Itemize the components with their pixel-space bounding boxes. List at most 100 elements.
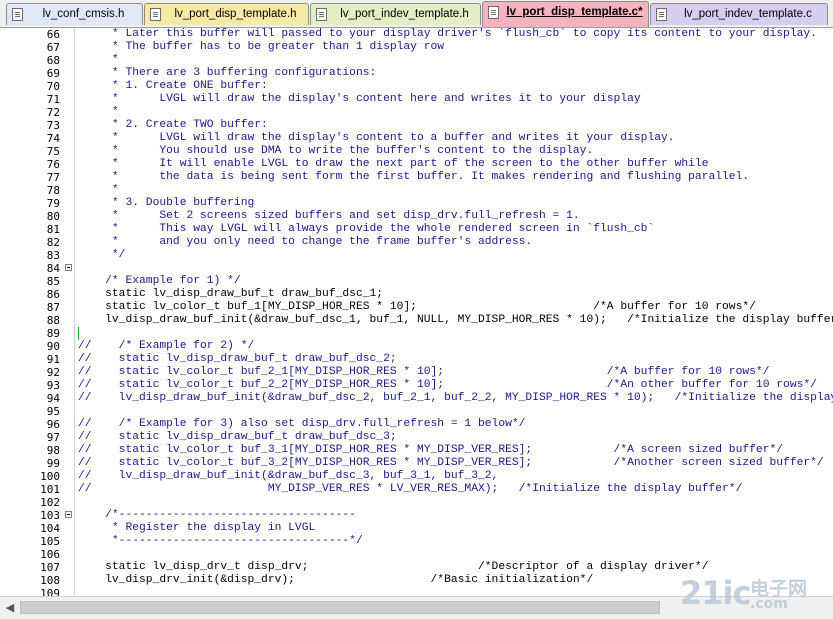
scroll-left-arrow-icon[interactable]: ◀: [3, 601, 17, 615]
code-line: 90 // /* Example for 2) */: [0, 340, 833, 353]
line-number: 81: [46, 223, 60, 236]
code-text[interactable]: * Later this buffer will passed to your …: [78, 28, 817, 41]
code-text[interactable]: * There are 3 buffering configurations:: [78, 67, 376, 80]
file-tab-label: lv_port_disp_template.c*: [506, 6, 643, 18]
code-text[interactable]: */: [78, 249, 126, 262]
line-number: 100: [40, 470, 60, 483]
code-text[interactable]: static lv_disp_draw_buf_t draw_buf_dsc_1…: [78, 288, 383, 301]
line-number: 108: [40, 574, 60, 587]
code-line: 91 // static lv_disp_draw_buf_t draw_buf_…: [0, 353, 833, 366]
code-text[interactable]: /*-----------------------------------: [78, 509, 356, 522]
line-number: 92: [46, 366, 60, 379]
watermark-url: .com: [750, 596, 788, 612]
file-tab[interactable]: lv_port_indev_template.h: [310, 3, 481, 25]
line-number: 90: [46, 340, 60, 353]
file-icon: [488, 6, 499, 19]
code-text[interactable]: *: [78, 54, 119, 67]
code-text[interactable]: * LVGL will draw the display's content h…: [78, 93, 641, 106]
file-tab[interactable]: lv_conf_cmsis.h: [6, 3, 143, 25]
code-text[interactable]: // static lv_color_t buf_3_2[MY_DISP_HOR…: [78, 457, 824, 470]
code-line: 102: [0, 496, 833, 509]
site-watermark-logo: 21ic 电子网 .com: [676, 572, 828, 616]
line-number: 75: [46, 145, 60, 158]
code-text[interactable]: // lv_disp_draw_buf_init(&draw_buf_dsc_2…: [78, 392, 833, 405]
file-tab-label: lv_port_disp_template.h: [174, 8, 297, 20]
code-text[interactable]: * Set 2 screens sized buffers and set di…: [78, 210, 580, 223]
code-text[interactable]: * LVGL will draw the display's content t…: [78, 132, 675, 145]
file-tab[interactable]: lv_port_disp_template.h: [144, 3, 309, 25]
code-text[interactable]: // static lv_color_t buf_3_1[MY_DISP_HOR…: [78, 444, 783, 457]
code-line: 106: [0, 548, 833, 561]
code-text[interactable]: * 2. Create TWO buffer:: [78, 119, 268, 132]
file-icon: [12, 8, 23, 21]
watermark-main: 21ic: [680, 574, 751, 612]
code-line: 88 lv_disp_draw_buf_init(&draw_buf_dsc_1…: [0, 314, 833, 327]
line-number: 102: [40, 496, 60, 509]
line-number: 76: [46, 158, 60, 171]
code-line: 76 * It will enable LVGL to draw the nex…: [0, 158, 833, 171]
code-line: 68 *: [0, 54, 833, 67]
file-tab[interactable]: lv_port_disp_template.c*: [482, 1, 649, 27]
code-text[interactable]: * 1. Create ONE buffer:: [78, 80, 268, 93]
fold-toggle-icon[interactable]: [65, 511, 72, 518]
code-line: 74 * LVGL will draw the display's conten…: [0, 132, 833, 145]
line-number: 91: [46, 353, 60, 366]
file-icon: [150, 8, 161, 21]
code-line: 77 * the data is being sent form the fir…: [0, 171, 833, 184]
code-text[interactable]: *----------------------------------*/: [78, 535, 363, 548]
line-number: 101: [40, 483, 60, 496]
line-number: 105: [40, 535, 60, 548]
code-text[interactable]: static lv_color_t buf_1[MY_DISP_HOR_RES …: [78, 301, 756, 314]
file-tab-bar: lv_conf_cmsis.h lv_port_disp_template.h lv…: [0, 0, 833, 28]
code-text[interactable]: // static lv_disp_draw_buf_t draw_buf_ds…: [78, 353, 397, 366]
code-text[interactable]: * and you only need to change the frame …: [78, 236, 532, 249]
code-text[interactable]: * You should use DMA to write the buffer…: [78, 145, 593, 158]
file-icon: [656, 8, 667, 21]
code-text[interactable]: * Register the display in LVGL: [78, 522, 315, 535]
code-text[interactable]: static lv_disp_drv_t disp_drv; /*Descrip…: [78, 561, 708, 574]
line-number: 97: [46, 431, 60, 444]
fold-toggle-icon[interactable]: [65, 264, 72, 271]
code-text[interactable]: // static lv_color_t buf_2_2[MY_DISP_HOR…: [78, 379, 817, 392]
line-number: 89: [46, 327, 60, 340]
file-tab-label: lv_port_indev_template.c: [684, 8, 812, 20]
code-text[interactable]: // /* Example for 2) */: [78, 340, 254, 353]
code-text[interactable]: lv_disp_draw_buf_init(&draw_buf_dsc_1, b…: [78, 314, 833, 327]
code-text[interactable]: /* Example for 1) */: [78, 275, 241, 288]
code-line: 70 * 1. Create ONE buffer:: [0, 80, 833, 93]
code-text[interactable]: // static lv_disp_draw_buf_t draw_buf_ds…: [78, 431, 397, 444]
code-text[interactable]: * It will enable LVGL to draw the next p…: [78, 158, 709, 171]
code-editor[interactable]: 66 * Later this buffer will passed to yo…: [0, 28, 833, 596]
code-line: 69 * There are 3 buffering configuration…: [0, 67, 833, 80]
code-text[interactable]: lv_disp_drv_init(&disp_drv); /*Basic ini…: [78, 574, 593, 587]
line-number: 69: [46, 67, 60, 80]
code-text[interactable]: // static lv_color_t buf_2_1[MY_DISP_HOR…: [78, 366, 769, 379]
line-number: 109: [40, 587, 60, 596]
code-line: 73 * 2. Create TWO buffer:: [0, 119, 833, 132]
line-number: 70: [46, 80, 60, 93]
code-text[interactable]: * 3. Double buffering: [78, 197, 254, 210]
line-number: 88: [46, 314, 60, 327]
code-text[interactable]: // lv_disp_draw_buf_init(&draw_buf_dsc_3…: [78, 470, 498, 483]
code-text[interactable]: // /* Example for 3) also set disp_drv.f…: [78, 418, 525, 431]
code-text[interactable]: *: [78, 184, 119, 197]
scrollbar-thumb[interactable]: [20, 601, 660, 614]
code-line: 80 * Set 2 screens sized buffers and set…: [0, 210, 833, 223]
code-line: 89: [0, 327, 833, 340]
line-number: 104: [40, 522, 60, 535]
code-line: 78 *: [0, 184, 833, 197]
code-text[interactable]: // MY_DISP_VER_RES * LV_VER_RES_MAX); /*…: [78, 483, 742, 496]
code-text[interactable]: *: [78, 106, 119, 119]
line-number: 86: [46, 288, 60, 301]
code-line: 96 // /* Example for 3) also set disp_drv…: [0, 418, 833, 431]
code-line: 95: [0, 405, 833, 418]
code-text[interactable]: * This way LVGL will always provide the …: [78, 223, 654, 236]
line-number: 93: [46, 379, 60, 392]
file-tab-label: lv_conf_cmsis.h: [42, 8, 125, 20]
code-text[interactable]: * The buffer has to be greater than 1 di…: [78, 41, 444, 54]
code-line: 84: [0, 262, 833, 275]
code-line: 87 static lv_color_t buf_1[MY_DISP_HOR_R…: [0, 301, 833, 314]
line-number: 103: [40, 509, 60, 522]
file-tab[interactable]: lv_port_indev_template.c: [650, 3, 828, 25]
code-text[interactable]: * the data is being sent form the first …: [78, 171, 749, 184]
